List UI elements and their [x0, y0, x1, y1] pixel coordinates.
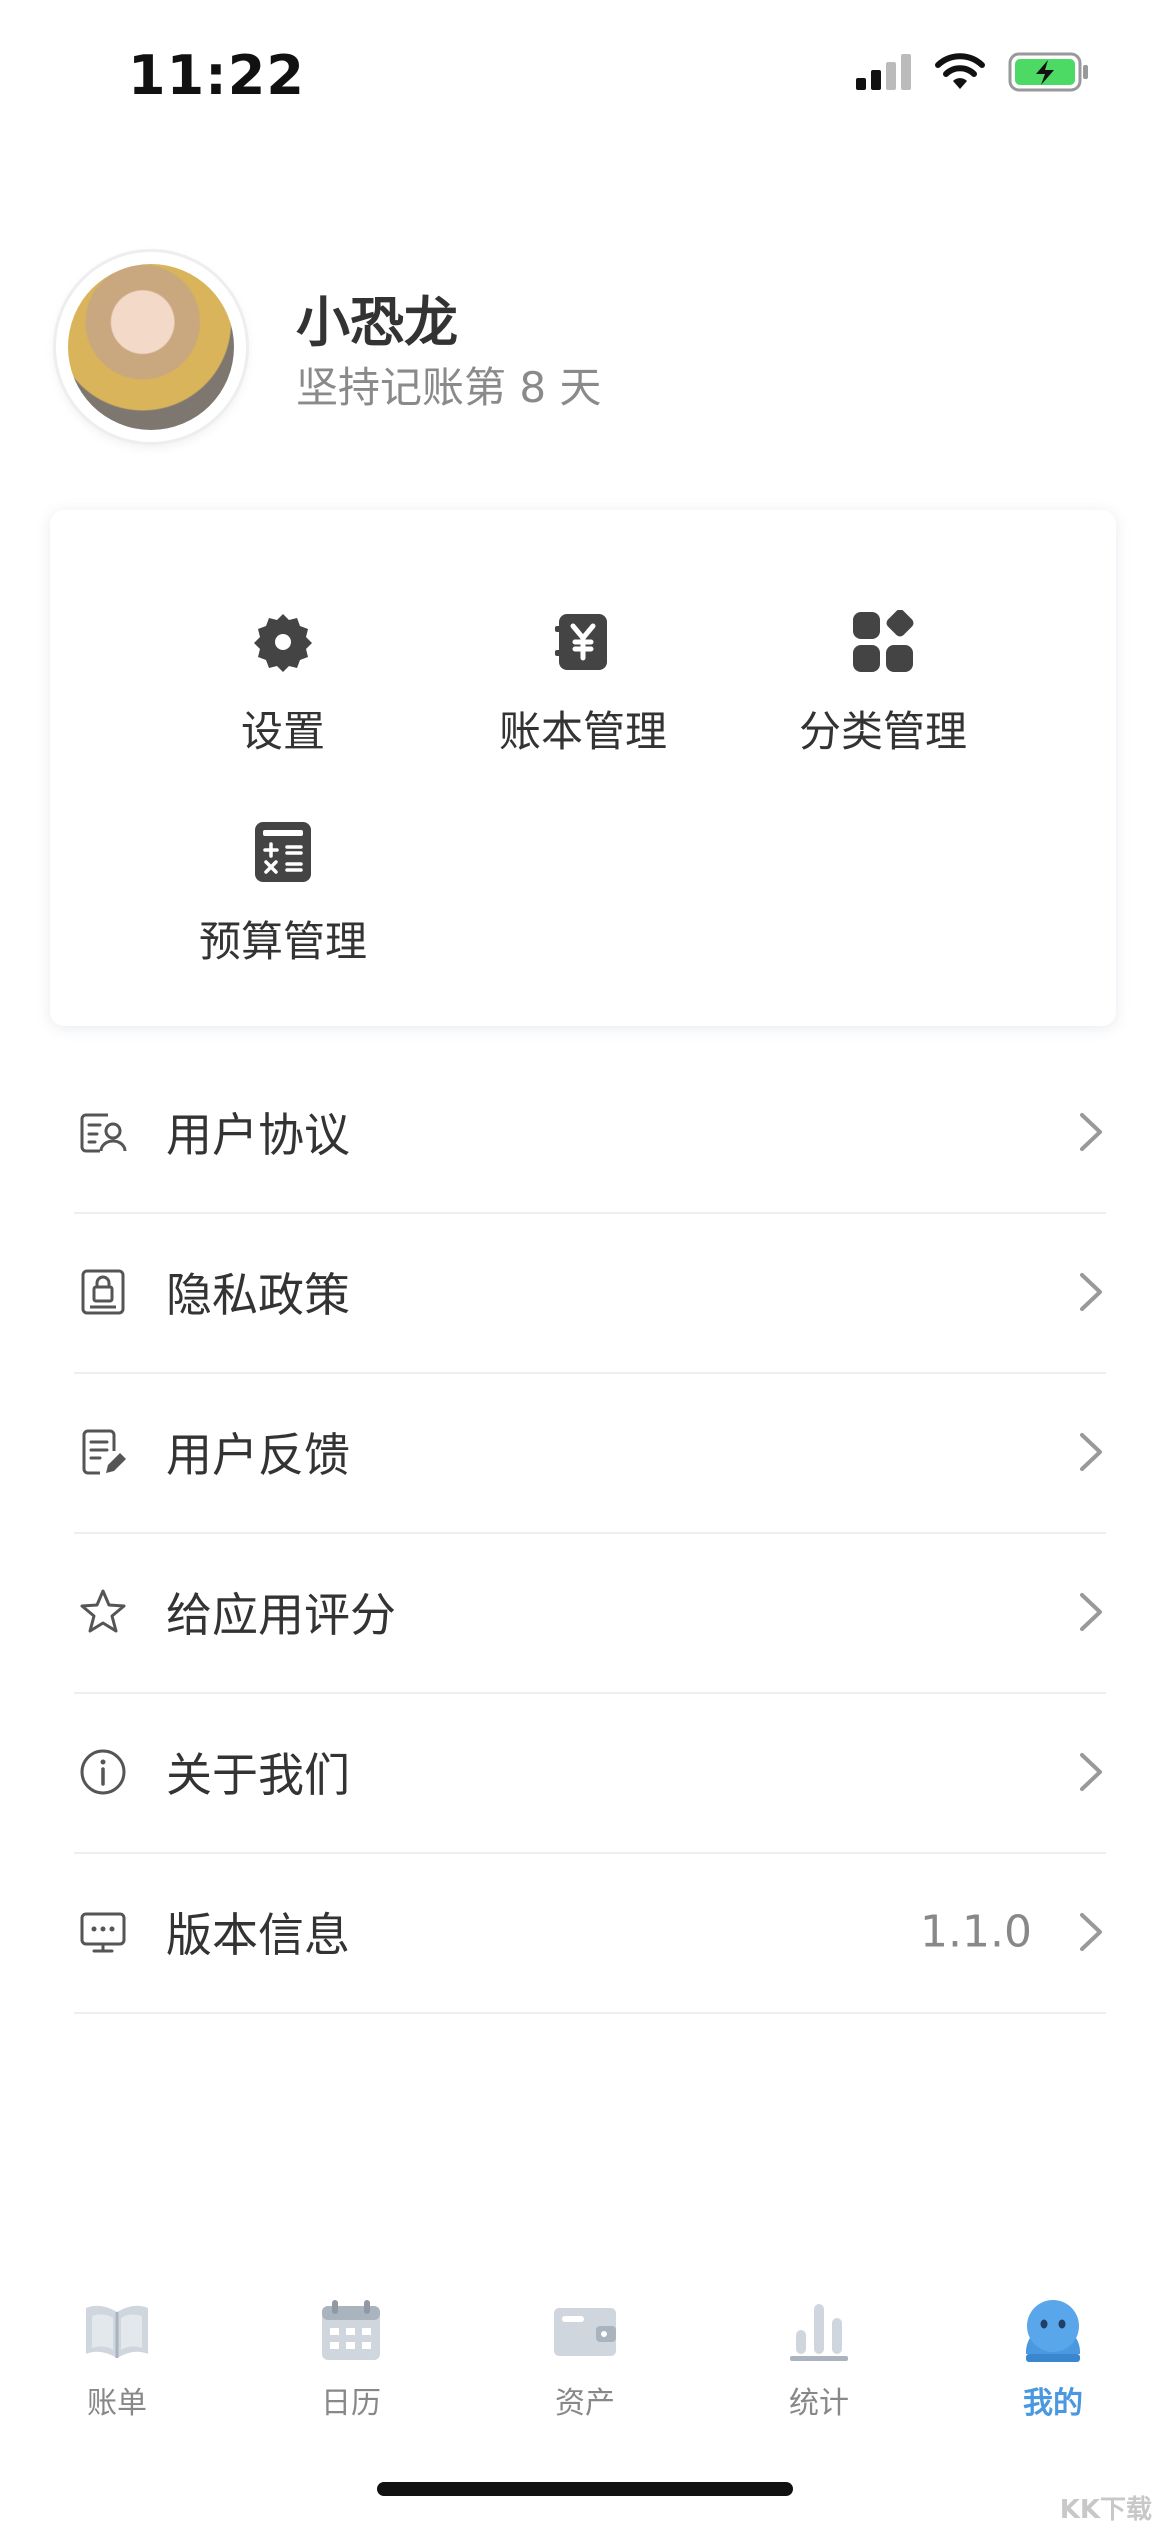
- gear-icon: [254, 614, 312, 672]
- home-indicator[interactable]: [377, 2482, 793, 2496]
- menu-row-about-us[interactable]: 关于我们: [74, 1692, 1106, 1854]
- profile-subtitle: 坚持记账第 8 天: [296, 363, 602, 412]
- menu-row-user-feedback[interactable]: 用户反馈: [74, 1372, 1106, 1534]
- chevron-right-icon: [1080, 1273, 1102, 1311]
- wallet-icon: [554, 2308, 616, 2356]
- budget-management-button[interactable]: 预算管理: [133, 820, 433, 969]
- watermark: KK下载: [1059, 2495, 1152, 2525]
- tab-statistics[interactable]: 统计: [702, 2270, 936, 2440]
- tab-bills[interactable]: 账单: [0, 2270, 234, 2440]
- chevron-right-icon: [1080, 1593, 1102, 1631]
- tab-label: 账单: [87, 2386, 147, 2421]
- profile-name: 小恐龙: [296, 291, 458, 354]
- ledger-management-label: 账本管理: [498, 707, 667, 756]
- tab-mine[interactable]: 我的: [936, 2270, 1170, 2440]
- menu-row-privacy-policy[interactable]: 隐私政策: [74, 1212, 1106, 1374]
- budget-management-label: 预算管理: [198, 917, 367, 966]
- menu-label: 版本信息: [166, 1908, 350, 1962]
- wifi-icon: [935, 53, 985, 89]
- chevron-right-icon: [1080, 1753, 1102, 1791]
- bar-chart-icon: [790, 2304, 848, 2361]
- tab-calendar[interactable]: 日历: [234, 2270, 468, 2440]
- version-value: 1.1.0: [920, 1906, 1032, 1958]
- tab-label: 统计: [789, 2386, 849, 2421]
- signal-icon: [856, 54, 911, 90]
- calculator-icon: [255, 822, 311, 882]
- tab-label: 我的: [1023, 2386, 1083, 2421]
- tab-label: 日历: [321, 2386, 381, 2421]
- category-management-label: 分类管理: [798, 707, 967, 756]
- star-icon: [80, 1589, 126, 1633]
- user-agreement-icon: [80, 1113, 127, 1153]
- status-time: 11:22: [128, 44, 305, 107]
- chevron-right-icon: [1080, 1113, 1102, 1151]
- chevron-right-icon: [1080, 1913, 1102, 1951]
- avatar[interactable]: [56, 252, 246, 442]
- battery-icon: [1008, 52, 1088, 92]
- menu-label: 关于我们: [166, 1748, 350, 1802]
- tab-label: 资产: [555, 2386, 615, 2421]
- feedback-icon: [82, 1429, 126, 1475]
- ledger-management-button[interactable]: 账本管理: [433, 610, 733, 759]
- book-icon: [86, 2305, 148, 2358]
- ledger-icon: [555, 614, 607, 670]
- calendar-icon: [322, 2300, 380, 2360]
- settings-button[interactable]: 设置: [133, 610, 433, 759]
- menu-label: 隐私政策: [166, 1268, 350, 1322]
- menu-row-version-info[interactable]: 版本信息 1.1.0: [74, 1852, 1106, 2014]
- chevron-right-icon: [1080, 1433, 1102, 1471]
- monitor-icon: [80, 1912, 126, 1953]
- tab-bar: 账单 日历 资产 统计 我的: [0, 2270, 1170, 2440]
- status-bar: 11:22: [0, 0, 1170, 150]
- quick-actions-card: 设置 账本管理 分类管理 预算管理: [50, 510, 1116, 1026]
- category-icon: [853, 609, 914, 672]
- tab-assets[interactable]: 资产: [468, 2270, 702, 2440]
- menu-row-rate-app[interactable]: 给应用评分: [74, 1532, 1106, 1694]
- privacy-lock-icon: [81, 1269, 125, 1315]
- status-icons: [856, 52, 1090, 92]
- settings-label: 设置: [240, 707, 325, 756]
- menu-label: 用户协议: [166, 1108, 350, 1162]
- menu-row-user-agreement[interactable]: 用户协议: [74, 1052, 1106, 1214]
- menu-label: 用户反馈: [166, 1428, 350, 1482]
- info-icon: [80, 1749, 126, 1795]
- menu-label: 给应用评分: [166, 1588, 396, 1642]
- profile-face-icon: [1026, 2300, 1080, 2362]
- category-management-button[interactable]: 分类管理: [733, 609, 1033, 759]
